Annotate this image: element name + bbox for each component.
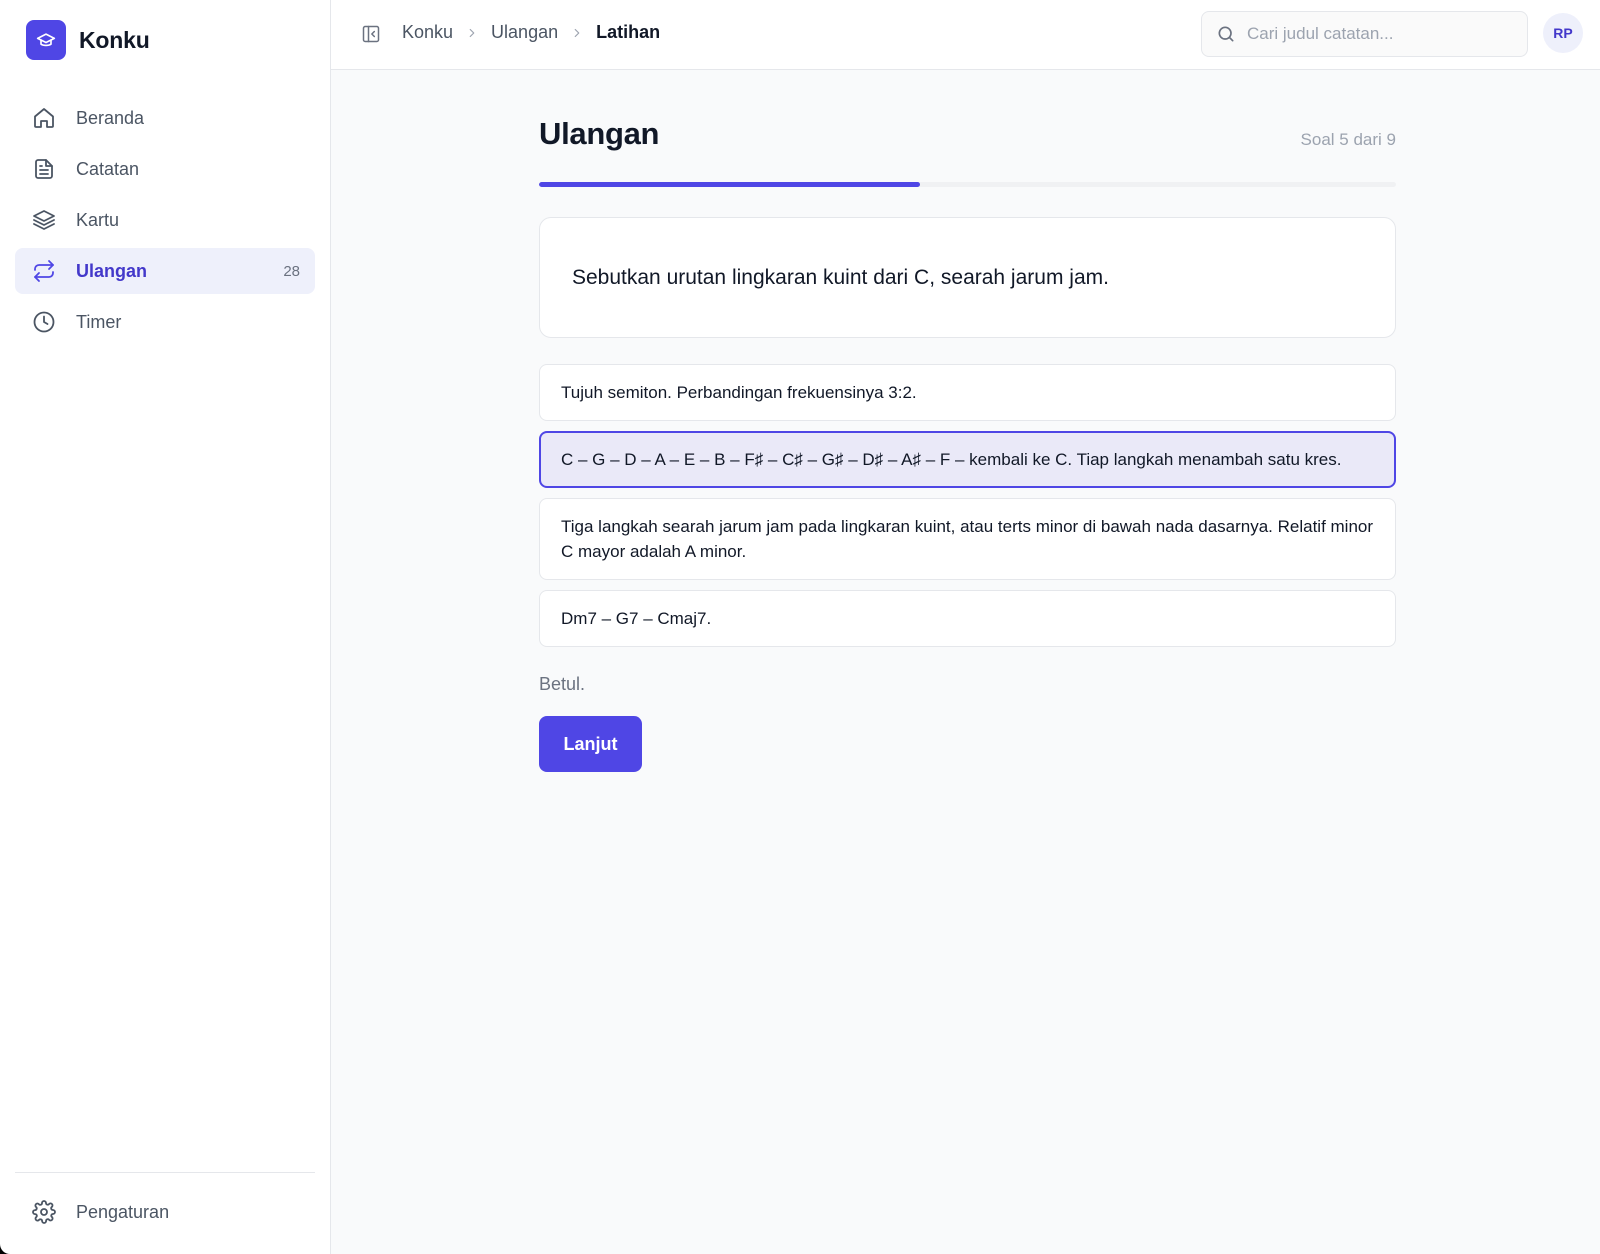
avatar[interactable]: RP xyxy=(1543,13,1583,53)
chevron-right-icon xyxy=(570,26,584,40)
sidebar-item-catatan[interactable]: Catatan xyxy=(15,146,315,192)
question-progress-text: Soal 5 dari 9 xyxy=(1300,130,1396,149)
sidebar-nav: Beranda Catatan Kartu Ulangan 28 Timer xyxy=(15,95,315,350)
brand[interactable]: Konku xyxy=(26,20,150,60)
page-title: Ulangan xyxy=(539,116,660,151)
file-text-icon xyxy=(31,156,57,182)
sidebar-item-ulangan[interactable]: Ulangan 28 xyxy=(15,248,315,294)
sidebar-item-label: Kartu xyxy=(76,209,120,230)
main-area: Konku Ulangan Latihan RP Ulangan xyxy=(331,0,1600,1254)
page-header: Ulangan Soal 5 dari 9 xyxy=(539,112,1396,152)
next-button[interactable]: Lanjut xyxy=(539,716,642,772)
app-window: Konku Beranda Catatan Kartu Ulangan 28 T… xyxy=(0,0,1600,1254)
sidebar-item-kartu[interactable]: Kartu xyxy=(15,197,315,243)
sidebar-item-beranda[interactable]: Beranda xyxy=(15,95,315,141)
search-input[interactable] xyxy=(1247,24,1507,44)
repeat-icon xyxy=(31,258,57,284)
sidebar-item-timer[interactable]: Timer xyxy=(15,299,315,345)
sidebar-item-count: 28 xyxy=(283,262,300,280)
sidebar-item-label: Pengaturan xyxy=(76,1201,170,1222)
app-name: Konku xyxy=(79,26,150,53)
question-text: Sebutkan urutan lingkaran kuint dari C, … xyxy=(572,265,1109,289)
answer-option[interactable]: Tiga langkah searah jarum jam pada lingk… xyxy=(539,498,1396,580)
clock-icon xyxy=(31,309,57,335)
sidebar-toggle-icon[interactable] xyxy=(359,22,383,46)
sidebar-item-label: Catatan xyxy=(76,158,140,179)
progress-bar-fill xyxy=(539,182,920,187)
answer-options: Tujuh semiton. Perbandingan frekuensinya… xyxy=(539,364,1396,647)
sidebar-item-label: Timer xyxy=(76,311,122,332)
answer-option-selected[interactable]: C – G – D – A – E – B – F♯ – C♯ – G♯ – D… xyxy=(539,431,1396,488)
gear-icon xyxy=(31,1199,57,1225)
sidebar-item-label: Beranda xyxy=(76,107,145,128)
search-icon xyxy=(1216,24,1236,44)
breadcrumb-item-ulangan[interactable]: Ulangan xyxy=(491,22,558,43)
breadcrumb: Konku Ulangan Latihan xyxy=(402,22,660,43)
progress-bar xyxy=(539,182,1396,187)
sidebar: Konku Beranda Catatan Kartu Ulangan 28 T… xyxy=(0,0,331,1254)
breadcrumb-item-latihan: Latihan xyxy=(596,22,661,42)
answer-option[interactable]: Tujuh semiton. Perbandingan frekuensinya… xyxy=(539,364,1396,421)
question-card: Sebutkan urutan lingkaran kuint dari C, … xyxy=(539,217,1396,338)
sidebar-item-label: Ulangan xyxy=(76,260,148,281)
topbar: Konku Ulangan Latihan RP xyxy=(331,0,1600,70)
layers-icon xyxy=(31,207,57,233)
sidebar-footer: Pengaturan xyxy=(15,1172,315,1254)
home-icon xyxy=(31,105,57,131)
window-corner xyxy=(0,1244,10,1254)
answer-feedback: Betul. xyxy=(539,674,586,694)
search-box xyxy=(1201,11,1528,57)
answer-option[interactable]: Dm7 – G7 – Cmaj7. xyxy=(539,590,1396,647)
sidebar-item-pengaturan[interactable]: Pengaturan xyxy=(15,1189,315,1235)
chevron-right-icon xyxy=(465,26,479,40)
graduation-cap-icon xyxy=(26,20,66,60)
breadcrumb-item-konku[interactable]: Konku xyxy=(402,22,453,43)
quiz-content: Ulangan Soal 5 dari 9 Sebutkan urutan li… xyxy=(539,112,1396,772)
